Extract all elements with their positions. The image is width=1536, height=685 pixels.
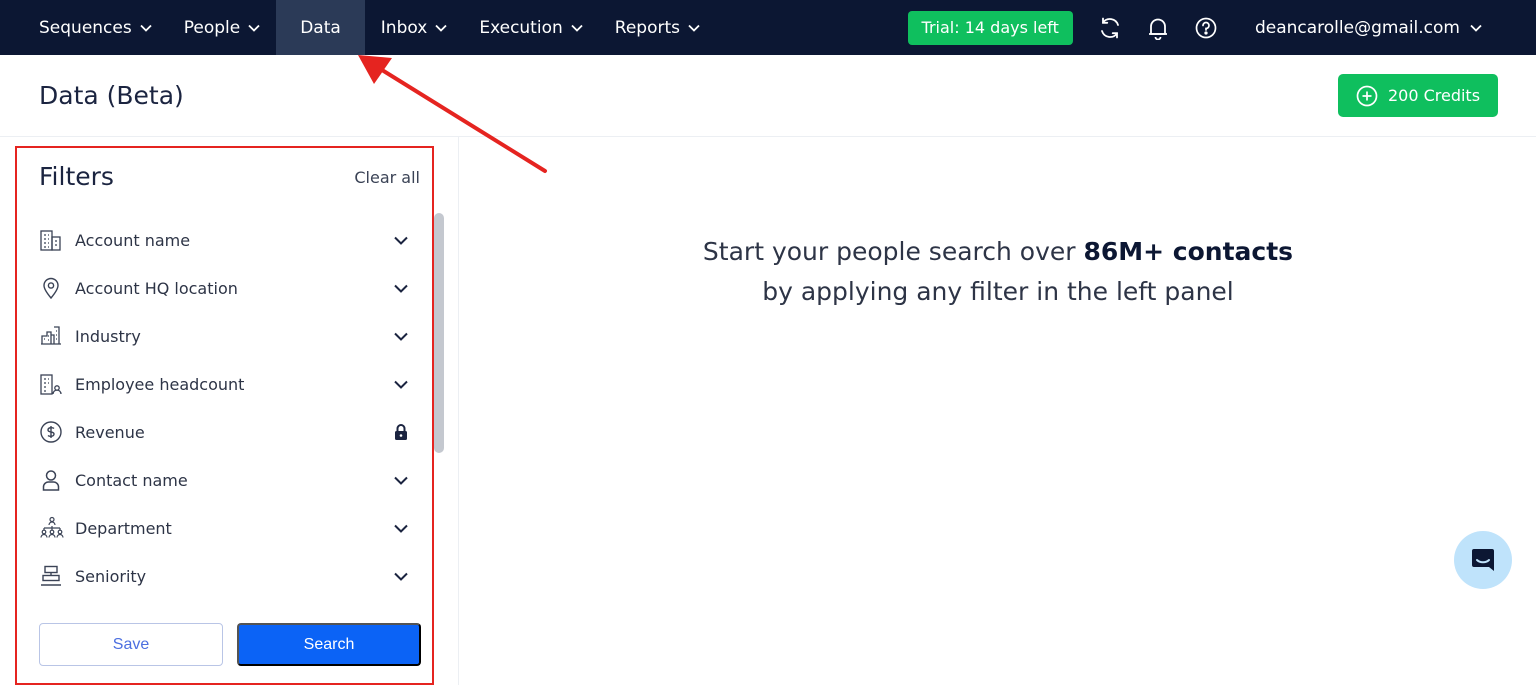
nav-item-label: Reports (614, 17, 680, 38)
nav-item-label: People (183, 17, 241, 38)
nav-right-group: Trial: 14 days left deancarolle@gmail.co… (907, 0, 1536, 55)
empty-state-message: Start your people search over 86M+ conta… (660, 232, 1336, 312)
filter-account-name[interactable]: Account name (39, 216, 411, 264)
filter-label: Account name (75, 230, 191, 250)
filter-industry[interactable]: Industry (39, 312, 411, 360)
nav-item-sequences[interactable]: Sequences (0, 0, 168, 55)
filter-label: Department (75, 518, 172, 538)
chevron-down-icon[interactable] (391, 374, 411, 394)
filter-seniority[interactable]: Seniority (39, 552, 411, 600)
chevron-down-icon (140, 24, 152, 32)
filter-revenue[interactable]: Revenue (39, 408, 411, 456)
filter-label: Seniority (75, 566, 147, 586)
filter-label: Contact name (75, 470, 188, 490)
chevron-down-icon (571, 24, 583, 32)
nav-item-label: Data (300, 17, 341, 38)
plus-circle-icon (1356, 85, 1378, 106)
chevron-down-icon (1470, 24, 1482, 32)
filters-title: Filters (39, 162, 114, 191)
org-chart-icon (39, 515, 65, 541)
nav-item-label: Execution (479, 17, 563, 38)
lock-icon (391, 422, 411, 442)
filters-panel: Filters Clear all Account name Account H… (15, 146, 434, 685)
nav-item-label: Inbox (380, 17, 428, 38)
location-pin-icon (39, 275, 65, 301)
chevron-down-icon (248, 24, 260, 32)
filter-label: Employee headcount (75, 374, 245, 394)
dollar-circle-icon (39, 419, 65, 445)
chat-widget-button[interactable] (1454, 531, 1512, 589)
app-root: Sequences People Data Inbox Execution Re… (0, 0, 1536, 685)
filter-label: Revenue (75, 422, 145, 442)
credits-button[interactable]: 200 Credits (1338, 74, 1498, 117)
page-header: Data (Beta) 200 Credits (0, 55, 1536, 137)
message-line-2: by applying any filter in the left panel (762, 277, 1234, 306)
search-button[interactable]: Search (237, 623, 421, 666)
chevron-down-icon (688, 24, 700, 32)
factory-icon (39, 323, 65, 349)
chat-icon (1472, 549, 1494, 571)
filter-employee-headcount[interactable]: Employee headcount (39, 360, 411, 408)
nav-item-data[interactable]: Data (276, 0, 365, 55)
filter-account-hq-location[interactable]: Account HQ location (39, 264, 411, 312)
seniority-icon (39, 563, 65, 589)
annotation-arrow (358, 55, 547, 173)
user-email: deancarolle@gmail.com (1254, 17, 1460, 38)
refresh-icon[interactable] (1097, 15, 1123, 41)
save-button[interactable]: Save (39, 623, 223, 666)
filters-scrollbar[interactable] (434, 213, 444, 453)
nav-item-label: Sequences (39, 17, 132, 38)
chevron-down-icon[interactable] (391, 470, 411, 490)
nav-item-inbox[interactable]: Inbox (365, 0, 464, 55)
filter-contact-name[interactable]: Contact name (39, 456, 411, 504)
help-icon[interactable] (1193, 15, 1219, 41)
message-prefix: Start your people search over (702, 237, 1084, 266)
filter-label: Industry (75, 326, 141, 346)
chevron-down-icon[interactable] (391, 326, 411, 346)
building-people-icon (39, 371, 65, 397)
chevron-down-icon[interactable] (391, 278, 411, 298)
filter-department[interactable]: Department (39, 504, 411, 552)
panel-divider (458, 137, 459, 685)
nav-item-people[interactable]: People (168, 0, 276, 55)
trial-badge[interactable]: Trial: 14 days left (907, 10, 1073, 45)
chevron-down-icon[interactable] (391, 518, 411, 538)
message-contacts-count: 86M+ contacts (1083, 237, 1294, 266)
filter-label: Account HQ location (75, 278, 238, 298)
nav-item-reports[interactable]: Reports (599, 0, 716, 55)
nav-item-execution[interactable]: Execution (463, 0, 598, 55)
user-account-menu[interactable]: deancarolle@gmail.com (1255, 18, 1482, 38)
credits-label: 200 Credits (1387, 86, 1481, 105)
filter-list: Account name Account HQ location Industr… (39, 216, 411, 600)
chevron-down-icon (435, 24, 447, 32)
bell-icon[interactable] (1145, 15, 1171, 41)
page-title: Data (Beta) (39, 81, 184, 110)
building-icon (39, 227, 65, 253)
top-navigation: Sequences People Data Inbox Execution Re… (0, 0, 1536, 55)
chevron-down-icon[interactable] (391, 566, 411, 586)
person-icon (39, 467, 65, 493)
chevron-down-icon[interactable] (391, 230, 411, 250)
